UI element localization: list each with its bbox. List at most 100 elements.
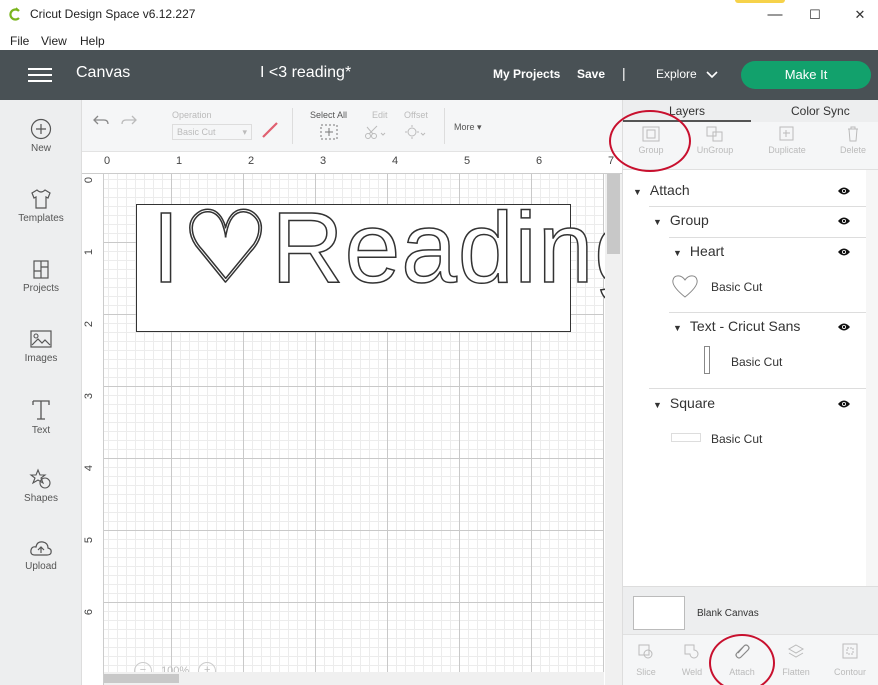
- slice-button[interactable]: Slice: [625, 643, 667, 677]
- projects-icon: [33, 260, 49, 279]
- upload-icon: [30, 541, 52, 556]
- flatten-icon: [787, 644, 805, 658]
- highlight-circle-attach: [709, 634, 775, 685]
- contour-label: Contour: [833, 667, 867, 677]
- my-projects-link[interactable]: My Projects: [493, 67, 560, 81]
- scissors-icon[interactable]: [364, 124, 388, 140]
- edit-toolbar: Operation Basic Cut ▾ Select All Edit Off…: [82, 100, 622, 152]
- divider: [669, 237, 866, 238]
- sidebar-item-projects[interactable]: Projects: [0, 258, 82, 322]
- tshirt-icon: [31, 189, 51, 209]
- layer-row-text[interactable]: ▼ Text - Cricut Sans: [673, 318, 800, 334]
- contour-button[interactable]: Contour: [829, 643, 871, 677]
- ruler-top-tick: 1: [176, 155, 183, 167]
- blank-canvas-row[interactable]: Blank Canvas: [623, 586, 878, 634]
- layer-row-attach[interactable]: ▼ Attach: [633, 182, 690, 198]
- caret-down-icon[interactable]: ▼: [653, 400, 662, 410]
- caret-down-icon[interactable]: ▼: [633, 187, 642, 197]
- hamburger-menu-icon[interactable]: [28, 68, 52, 82]
- square-operation: Basic Cut: [711, 432, 763, 446]
- canvas-horizontal-scrollbar[interactable]: [104, 672, 604, 685]
- menu-help[interactable]: Help: [80, 34, 105, 48]
- divider: [649, 388, 866, 389]
- duplicate-icon: [779, 126, 794, 141]
- chevron-down-icon: [706, 71, 718, 78]
- text-icon: [32, 400, 50, 420]
- ruler-left-tick: 0: [83, 176, 96, 184]
- flatten-button[interactable]: Flatten: [775, 643, 817, 677]
- trash-icon: [848, 126, 858, 142]
- layer-row-heart[interactable]: ▼ Heart: [673, 243, 724, 259]
- more-menu[interactable]: More ▾: [454, 122, 482, 133]
- eye-icon[interactable]: [837, 322, 851, 332]
- select-all-label: Select All: [310, 110, 348, 120]
- eye-icon[interactable]: [837, 247, 851, 257]
- ruler-top: 0 1 2 3 4 5 6 7: [82, 152, 622, 174]
- layer-row-group[interactable]: ▼ Group: [653, 212, 709, 228]
- tab-color-sync[interactable]: Color Sync: [791, 104, 850, 118]
- duplicate-button[interactable]: Duplicate: [763, 126, 811, 155]
- slice-icon: [638, 644, 653, 659]
- linetype-color-swatch[interactable]: [260, 120, 280, 140]
- ruler-left-tick: 2: [83, 320, 96, 328]
- design-object[interactable]: I♡Reading: [136, 191, 622, 332]
- sidebar-label-text: Text: [31, 425, 51, 436]
- text-operation: Basic Cut: [731, 355, 783, 369]
- offset-icon[interactable]: [404, 124, 428, 140]
- blank-canvas-label: Blank Canvas: [697, 608, 759, 619]
- caret-down-icon[interactable]: ▼: [653, 217, 662, 227]
- layer-label-text: Text - Cricut Sans: [689, 318, 801, 334]
- edit-label: Edit: [372, 110, 388, 120]
- heart-thumbnail-icon: [672, 275, 698, 298]
- weld-icon: [684, 644, 699, 659]
- canvas-vertical-scrollbar[interactable]: [605, 174, 622, 685]
- sidebar-item-shapes[interactable]: Shapes: [0, 468, 82, 532]
- operation-select[interactable]: Basic Cut ▾: [172, 124, 252, 140]
- ruler-left-tick: 1: [83, 248, 96, 256]
- ungroup-button[interactable]: UnGroup: [691, 126, 739, 155]
- eye-icon[interactable]: [837, 186, 851, 196]
- menu-file[interactable]: File: [10, 34, 29, 48]
- toolbar-divider: [292, 108, 293, 144]
- duplicate-label: Duplicate: [768, 145, 806, 155]
- minimize-button[interactable]: —: [760, 4, 790, 26]
- explore-dropdown[interactable]: Explore: [656, 67, 718, 81]
- sidebar-item-text[interactable]: Text: [0, 398, 82, 462]
- close-window-button[interactable]: ✕: [845, 4, 875, 26]
- select-all-icon[interactable]: [320, 124, 338, 140]
- maximize-button[interactable]: ☐: [800, 4, 830, 26]
- sidebar-item-upload[interactable]: Upload: [0, 538, 82, 602]
- layer-label-square: Square: [669, 395, 716, 411]
- scrollbar-thumb[interactable]: [104, 674, 179, 683]
- redo-icon[interactable]: [120, 114, 138, 128]
- ungroup-icon: [706, 126, 723, 142]
- text-thumbnail-icon: [704, 346, 710, 374]
- eye-icon[interactable]: [837, 399, 851, 409]
- caret-down-icon[interactable]: ▼: [673, 248, 682, 258]
- sidebar-item-templates[interactable]: Templates: [0, 188, 82, 252]
- panel-scrollbar[interactable]: [866, 170, 878, 590]
- divider: [649, 206, 866, 207]
- canvas-grid[interactable]: I♡Reading − 100% +: [104, 174, 622, 685]
- delete-button[interactable]: Delete: [829, 126, 877, 155]
- layer-row-square[interactable]: ▼ Square: [653, 395, 715, 411]
- ruler-left-tick: 4: [83, 464, 96, 472]
- eye-icon[interactable]: [837, 216, 851, 226]
- sidebar-item-images[interactable]: Images: [0, 328, 82, 392]
- design-canvas[interactable]: I♡Reading − 100% + 0 1 2 3 4 5 6 7 0 1 2…: [82, 152, 622, 685]
- sidebar-item-new[interactable]: New: [0, 118, 82, 182]
- menu-view[interactable]: View: [41, 34, 67, 48]
- toolbar-divider: [444, 108, 445, 144]
- scrollbar-thumb[interactable]: [607, 174, 620, 254]
- undo-icon[interactable]: [92, 114, 110, 128]
- save-link[interactable]: Save: [577, 67, 605, 81]
- highlight-circle-group: [609, 110, 691, 172]
- make-it-button[interactable]: Make It: [741, 61, 871, 89]
- caret-down-icon[interactable]: ▼: [673, 323, 682, 333]
- weld-button[interactable]: Weld: [671, 643, 713, 677]
- operation-value: Basic Cut: [177, 127, 216, 137]
- blank-canvas-swatch[interactable]: [633, 596, 685, 630]
- nav-separator: |: [622, 65, 626, 81]
- ruler-top-tick: 7: [608, 155, 615, 167]
- sidebar-label-upload: Upload: [25, 561, 57, 572]
